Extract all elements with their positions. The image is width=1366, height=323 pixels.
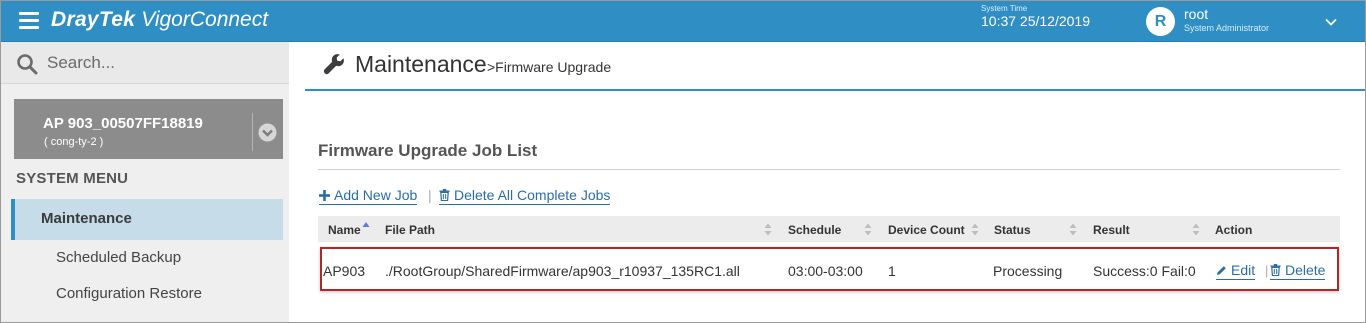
search-input[interactable]	[47, 50, 277, 76]
action-separator: |	[1265, 263, 1269, 278]
top-bar: DrayTek VigorConnect System Time 10:37 25…	[1, 1, 1365, 42]
user-info[interactable]: root System Administrator	[1184, 6, 1269, 33]
sort-icon[interactable]	[971, 223, 979, 236]
column-header-action: Action	[1215, 223, 1253, 237]
sidebar-item-label: Maintenance	[41, 210, 132, 227]
device-selector-divider	[252, 113, 253, 151]
device-group: ( cong-ty-2 )	[44, 136, 104, 148]
sort-icon[interactable]	[1192, 223, 1200, 236]
sidebar-item-scheduled-backup[interactable]: Scheduled Backup	[56, 249, 181, 266]
main-content: Maintenance >Firmware Upgrade Firmware U…	[289, 42, 1365, 322]
cell-status: Processing	[993, 263, 1063, 279]
page-title: Maintenance	[355, 51, 487, 77]
sort-ascending-icon[interactable]	[362, 221, 370, 234]
app-window: DrayTek VigorConnect System Time 10:37 25…	[0, 0, 1366, 323]
edit-button[interactable]: Edit	[1216, 262, 1256, 280]
device-selector[interactable]: AP 903_00507FF18819 ( cong-ty-2 )	[14, 99, 283, 159]
search-icon	[17, 54, 38, 75]
delete-label: Delete	[1285, 262, 1326, 278]
cell-result: Success:0 Fail:0	[1093, 263, 1196, 279]
product-name: VigorConnect	[141, 8, 269, 31]
table-header: Name File Path Schedule Device Count Sta…	[318, 216, 1340, 242]
pencil-icon	[1217, 266, 1226, 275]
hamburger-menu-icon[interactable]	[19, 12, 39, 30]
sidebar-item-maintenance[interactable]: Maintenance	[11, 199, 283, 240]
header-divider	[305, 89, 1365, 91]
chevron-down-icon[interactable]	[1324, 15, 1338, 29]
section-divider	[318, 169, 1340, 170]
user-name: root	[1184, 6, 1209, 22]
wrench-icon	[323, 54, 344, 75]
delete-button[interactable]: Delete	[1270, 262, 1326, 280]
brand-name: DrayTek	[51, 8, 136, 31]
cell-file-path: ./RootGroup/SharedFirmware/ap903_r10937_…	[385, 263, 740, 279]
trash-icon	[1270, 264, 1281, 276]
column-header-status[interactable]: Status	[994, 223, 1031, 237]
edit-label: Edit	[1231, 262, 1256, 278]
sort-icon[interactable]	[764, 223, 772, 236]
search-bar	[1, 42, 289, 84]
cell-device-count: 1	[888, 263, 896, 279]
system-menu-title: SYSTEM MENU	[16, 170, 129, 187]
device-name: AP 903_00507FF18819	[43, 115, 203, 132]
sort-icon[interactable]	[1069, 223, 1077, 236]
trash-icon	[439, 189, 450, 201]
table-row[interactable]: AP903 ./RootGroup/SharedFirmware/ap903_r…	[320, 247, 1339, 291]
delete-all-complete-jobs-button[interactable]: Delete All Complete Jobs	[439, 187, 611, 205]
sidebar: AP 903_00507FF18819 ( cong-ty-2 ) SYSTEM…	[1, 42, 289, 322]
delete-all-complete-jobs-label: Delete All Complete Jobs	[454, 187, 611, 203]
cell-name: AP903	[323, 263, 366, 279]
app-logo: DrayTek VigorConnect	[51, 8, 268, 32]
column-header-schedule[interactable]: Schedule	[788, 223, 841, 237]
sidebar-item-configuration-restore[interactable]: Configuration Restore	[56, 285, 202, 302]
plus-icon	[319, 190, 330, 201]
breadcrumb: >Firmware Upgrade	[487, 59, 612, 75]
column-header-result[interactable]: Result	[1093, 223, 1130, 237]
column-header-device-count[interactable]: Device Count	[888, 223, 965, 237]
column-header-name[interactable]: Name	[328, 223, 361, 237]
system-time-label: System Time	[981, 4, 1028, 13]
sort-icon[interactable]	[864, 223, 872, 236]
user-role: System Administrator	[1184, 23, 1270, 33]
system-time-value: 10:37 25/12/2019	[981, 13, 1090, 29]
avatar[interactable]: R	[1146, 7, 1175, 36]
chevron-down-circle-icon[interactable]	[258, 123, 277, 142]
action-separator: |	[428, 187, 432, 203]
column-header-file-path[interactable]: File Path	[385, 223, 435, 237]
add-new-job-button[interactable]: Add New Job	[319, 187, 418, 205]
section-title: Firmware Upgrade Job List	[318, 141, 538, 160]
cell-schedule: 03:00-03:00	[788, 263, 863, 279]
system-time: System Time 10:37 25/12/2019	[981, 4, 1090, 29]
add-new-job-label: Add New Job	[334, 187, 418, 203]
